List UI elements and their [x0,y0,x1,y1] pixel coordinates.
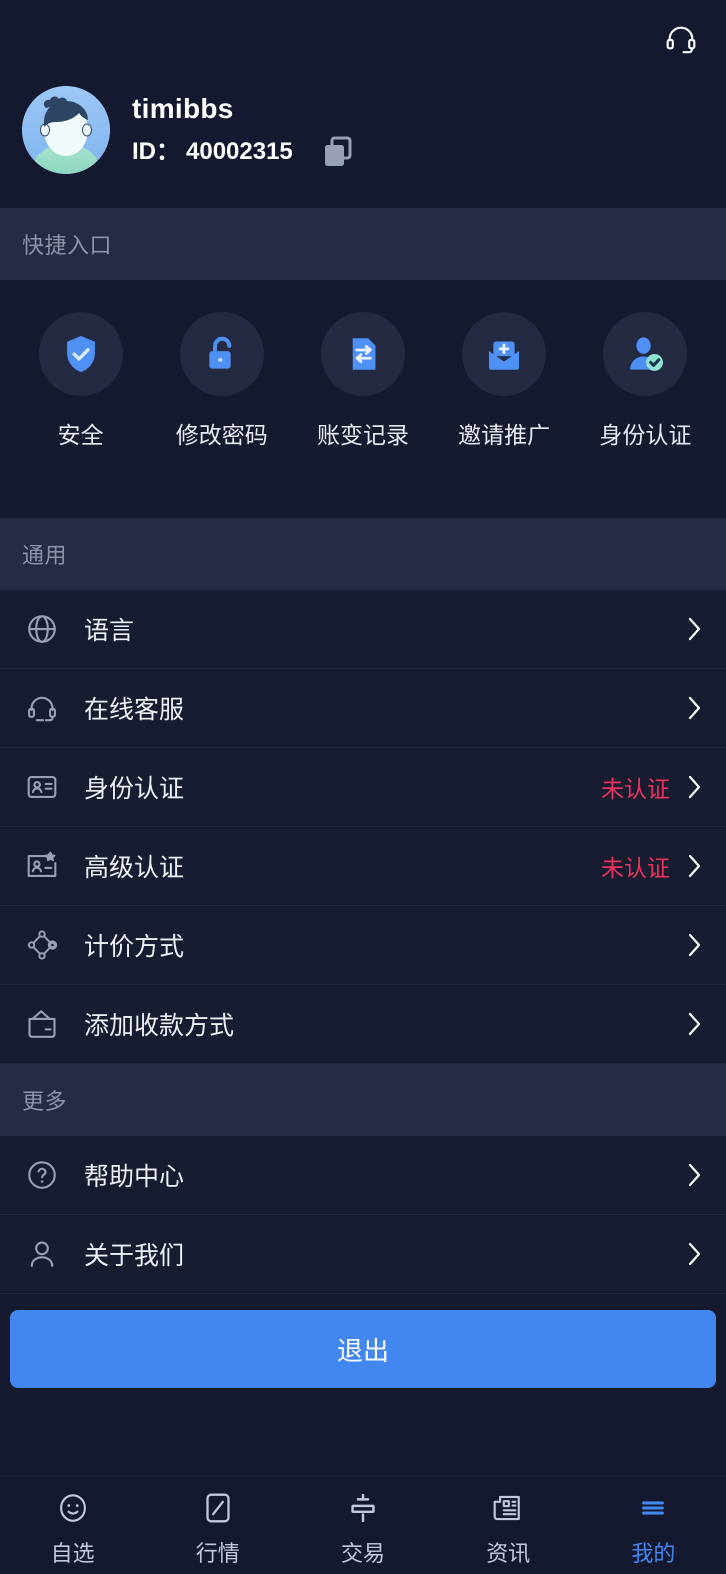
list-item-label: 高级认证 [84,854,185,882]
section-title: 更多 [22,1089,68,1114]
candlestick-icon [346,1488,380,1528]
username: timibbs [132,93,234,124]
list-item-online-support[interactable]: 在线客服 [0,669,726,748]
newspaper-icon [491,1488,525,1528]
id-card-icon [22,767,62,807]
chevron-right-icon [684,852,706,880]
quick-item-security[interactable]: 安全 [18,312,143,450]
tab-label: 我的 [631,1540,676,1566]
profile-text: timibbs ID： 40002315 [132,92,353,168]
status-badge: 未认证 [601,855,670,881]
smiley-icon [56,1488,90,1528]
copy-icon[interactable] [323,136,353,168]
list-item-label: 语言 [84,617,135,645]
list-item-label: 身份认证 [84,775,185,803]
logout-container: 退出 [0,1294,726,1388]
menu-lines-icon [636,1488,670,1528]
tab-market[interactable]: 行情 [145,1477,290,1574]
tab-mine[interactable]: 我的 [581,1477,726,1574]
list-item-label: 添加收款方式 [84,1012,235,1040]
quick-item-label: 安全 [57,422,104,448]
tab-news[interactable]: 资讯 [436,1477,581,1574]
chevron-right-icon [684,694,706,722]
id-label: ID： [132,138,180,165]
section-header-general: 通用 [0,518,726,590]
list-item-help-center[interactable]: 帮助中心 [0,1136,726,1215]
wallet-icon [22,1004,62,1044]
list-item-advanced-verification[interactable]: 高级认证 未认证 [0,827,726,906]
id-value: 40002315 [186,138,293,165]
section-title: 快捷入口 [22,233,113,258]
user-id-row: ID： 40002315 [132,136,353,168]
section-title: 通用 [22,543,68,568]
chevron-right-icon [684,1240,706,1268]
list-item-label: 在线客服 [84,696,185,724]
tab-label: 资讯 [486,1540,531,1566]
quick-item-label: 邀请推广 [458,422,551,448]
content-spacer [0,1388,726,1476]
tab-trade[interactable]: 交易 [290,1477,435,1574]
list-item-about-us[interactable]: 关于我们 [0,1215,726,1294]
bottom-tab-bar: 自选 行情 交易 资讯 我的 [0,1476,726,1574]
list-item-add-payment-method[interactable]: 添加收款方式 [0,985,726,1064]
quick-item-change-password[interactable]: 修改密码 [159,312,284,450]
avatar[interactable] [22,86,110,174]
quick-item-label: 账变记录 [316,422,409,448]
market-chart-icon [201,1488,235,1528]
shield-check-icon [38,312,123,396]
profile-block[interactable]: timibbs ID： 40002315 [22,86,353,174]
tab-label: 交易 [341,1540,386,1566]
transfer-record-icon [320,312,405,396]
invite-mail-icon [462,312,547,396]
list-item-language[interactable]: 语言 [0,590,726,669]
tab-label: 自选 [50,1540,95,1566]
list-item-label: 计价方式 [84,933,185,961]
chevron-right-icon [684,931,706,959]
globe-icon [22,609,62,649]
quick-item-label: 修改密码 [175,422,268,448]
headset-icon [22,688,62,728]
quick-access-grid: 安全 修改密码 账变记录 邀请推广 身份认证 [0,280,726,496]
section-header-more: 更多 [0,1064,726,1136]
quick-item-identity-verification[interactable]: 身份认证 [583,312,708,450]
profile-screen: timibbs ID： 40002315 快捷入口 安全 修改密码 账变记录 邀… [0,0,726,1574]
user-verified-icon [603,312,688,396]
chevron-right-icon [684,1161,706,1189]
question-circle-icon [22,1155,62,1195]
quick-item-label: 身份认证 [599,422,692,448]
logout-button[interactable]: 退出 [10,1310,716,1388]
section-header-quick-access: 快捷入口 [0,208,726,280]
header: timibbs ID： 40002315 [0,0,726,208]
list-item-label: 帮助中心 [84,1163,185,1191]
spacer [0,496,726,518]
chevron-right-icon [684,1010,706,1038]
tab-label: 行情 [195,1540,240,1566]
list-item-pricing-method[interactable]: 计价方式 [0,906,726,985]
headset-icon[interactable] [658,16,704,62]
quick-item-invite[interactable]: 邀请推广 [442,312,567,450]
list-item-identity-verification[interactable]: 身份认证 未认证 [0,748,726,827]
node-graph-icon [22,925,62,965]
quick-item-account-records[interactable]: 账变记录 [300,312,425,450]
chevron-right-icon [684,615,706,643]
list-item-label: 关于我们 [84,1242,185,1270]
person-icon [22,1234,62,1274]
tab-watchlist[interactable]: 自选 [0,1477,145,1574]
status-badge: 未认证 [601,776,670,802]
unlock-icon [179,312,264,396]
id-card-star-icon [22,846,62,886]
chevron-right-icon [684,773,706,801]
